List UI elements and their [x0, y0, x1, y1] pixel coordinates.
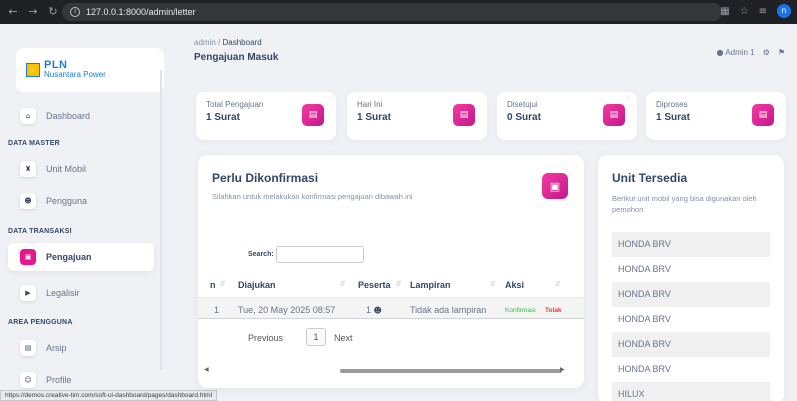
address-bar[interactable]: i 127.0.0.1:8000/admin/letter — [62, 3, 722, 21]
url-text: 127.0.0.1:8000/admin/letter — [86, 7, 196, 17]
pagination-page[interactable]: 1 — [306, 328, 326, 346]
bookmark-star-icon[interactable]: ☆ — [740, 6, 749, 17]
status-bar-link-preview: https://demos.creative-tim.com/soft-ui-d… — [0, 390, 218, 401]
user-menu[interactable]: ● Admin 1 — [717, 48, 755, 57]
cell-peserta: 1 ☻ — [366, 305, 382, 315]
forward-icon[interactable]: → — [26, 5, 40, 19]
sidebar-divider — [160, 70, 162, 370]
profile-avatar[interactable]: n — [777, 4, 791, 18]
back-icon[interactable]: ← — [6, 5, 20, 19]
translate-icon[interactable]: ▦ — [720, 6, 729, 17]
sidebar-item-label: Arsip — [46, 343, 67, 353]
sidebar-item-unit-mobil[interactable]: ♜ Unit Mobil — [8, 155, 154, 183]
peserta-count: 1 — [366, 305, 372, 315]
card-title: Unit Tersedia — [612, 171, 688, 185]
pagination-previous[interactable]: Previous — [248, 333, 283, 343]
list-item: HONDA BRV — [618, 364, 671, 374]
sidebar-item-label: Profile — [46, 375, 72, 385]
column-header-diajukan[interactable]: Diajukan — [238, 280, 276, 290]
stat-card-approved: Disetujui 0 Surat ▤ — [497, 92, 637, 140]
folder-icon: ▤ — [20, 340, 36, 356]
sort-icon[interactable]: ⇵ — [396, 280, 402, 288]
section-area-pengguna: AREA PENGGUNA — [8, 319, 73, 326]
cell-no: 1 — [214, 305, 220, 315]
section-data-master: DATA MASTER — [8, 140, 60, 147]
stat-card-processing: Diproses 1 Surat ▤ — [646, 92, 786, 140]
bell-icon[interactable]: ⚑ — [778, 48, 785, 57]
pagination-next[interactable]: Next — [334, 333, 353, 343]
section-data-transaksi: DATA TRANSAKSI — [8, 228, 72, 235]
extensions-icon[interactable]: ≡ — [759, 6, 767, 17]
reject-button[interactable]: Tolak — [545, 307, 562, 314]
header-actions: ● Admin 1 ⚙ ⚑ — [717, 48, 785, 57]
sidebar-item-legalisir[interactable]: ▶ Legalisir — [8, 279, 154, 307]
document-icon: ▤ — [752, 104, 774, 126]
column-header-no[interactable]: n — [210, 280, 216, 290]
cell-diajukan: Tue, 20 May 2025 08:57 — [238, 305, 336, 315]
list-item: HONDA BRV — [612, 232, 770, 257]
sidebar-item-label: Pengajuan — [46, 252, 92, 262]
sidebar-item-label: Pengguna — [46, 196, 88, 206]
sidebar-item-pengajuan[interactable]: ▣ Pengajuan — [8, 243, 154, 271]
lightning-logo-icon: ⚡ — [26, 63, 40, 77]
inbox-icon: ▣ — [542, 173, 568, 199]
unit-available-card: Unit Tersedia Berikut unit mobil yang bi… — [598, 155, 784, 401]
reload-icon[interactable]: ↻ — [46, 5, 60, 19]
home-icon: ⌂ — [20, 108, 36, 124]
inbox-icon: ▣ — [20, 249, 36, 265]
browser-toolbar: ← → ↻ i 127.0.0.1:8000/admin/letter ▦ ☆ … — [0, 0, 797, 24]
list-item: HILUX — [612, 382, 770, 401]
breadcrumb-current: Dashboard — [222, 38, 262, 47]
card-title: Perlu Dikonfirmasi — [212, 171, 319, 185]
sort-icon[interactable]: ⇵ — [555, 280, 561, 288]
stamp-icon: ▶ — [20, 285, 36, 301]
list-item: HONDA BRV — [612, 282, 770, 307]
confirmation-card: Perlu Dikonfirmasi Silahkan untuk melaku… — [198, 155, 584, 388]
user-icon: ● — [716, 48, 724, 57]
users-icon: ☻ — [373, 306, 382, 315]
sidebar-item-dashboard[interactable]: ⌂ Dashboard — [8, 102, 154, 130]
car-icon: ♜ — [20, 161, 36, 177]
site-info-icon[interactable]: i — [70, 7, 80, 17]
brand-name: PLN — [44, 59, 68, 71]
sidebar-item-label: Legalisir — [46, 288, 80, 298]
brand-logo[interactable]: ⚡ PLN Nusantara Power — [16, 48, 164, 92]
stat-card-today: Hari Ini 1 Surat ▤ — [347, 92, 487, 140]
column-header-peserta[interactable]: Peserta — [358, 280, 391, 290]
breadcrumb-root[interactable]: admin — [194, 38, 216, 47]
sort-icon[interactable]: ⇵ — [490, 280, 496, 288]
profile-icon: ☺ — [20, 372, 36, 388]
list-item: HONDA BRV — [612, 332, 770, 357]
horizontal-scrollbar-thumb[interactable] — [340, 369, 562, 373]
breadcrumb: admin / Dashboard — [194, 38, 262, 47]
confirm-button[interactable]: Konfirmasi — [505, 307, 536, 314]
cell-lampiran: Tidak ada lampiran — [410, 305, 487, 315]
card-subtitle: Berikut unit mobil yang bisa digunakan o… — [612, 194, 757, 214]
sort-icon[interactable]: ⇵ — [220, 280, 226, 288]
stat-card-total: Total Pengajuan 1 Surat ▤ — [196, 92, 336, 140]
sidebar-item-label: Unit Mobil — [46, 164, 87, 174]
column-header-lampiran[interactable]: Lampiran — [410, 280, 451, 290]
card-subtitle: Silahkan untuk melakukan konfirmasi peng… — [212, 192, 413, 201]
document-icon: ▤ — [453, 104, 475, 126]
scroll-left-icon[interactable]: ◀ — [204, 366, 209, 373]
user-name: Admin 1 — [725, 48, 755, 57]
search-input[interactable] — [276, 246, 364, 263]
brand-tagline: Nusantara Power — [44, 70, 106, 79]
list-item: HONDA BRV — [618, 264, 671, 274]
column-header-aksi[interactable]: Aksi — [505, 280, 524, 290]
sort-icon[interactable]: ⇵ — [340, 280, 346, 288]
scroll-right-icon[interactable]: ▶ — [560, 366, 565, 373]
document-icon: ▤ — [302, 104, 324, 126]
sidebar-item-arsip[interactable]: ▤ Arsip — [8, 334, 154, 362]
search-label: Search: — [248, 251, 274, 258]
users-icon: ☻ — [20, 193, 36, 209]
page-title: Pengajuan Masuk — [194, 52, 279, 63]
document-icon: ▤ — [603, 104, 625, 126]
breadcrumb-separator: / — [218, 38, 221, 47]
sidebar-item-pengguna[interactable]: ☻ Pengguna — [8, 187, 154, 215]
gear-icon[interactable]: ⚙ — [763, 48, 770, 57]
list-item: HONDA BRV — [618, 314, 671, 324]
sidebar-item-label: Dashboard — [46, 111, 91, 121]
